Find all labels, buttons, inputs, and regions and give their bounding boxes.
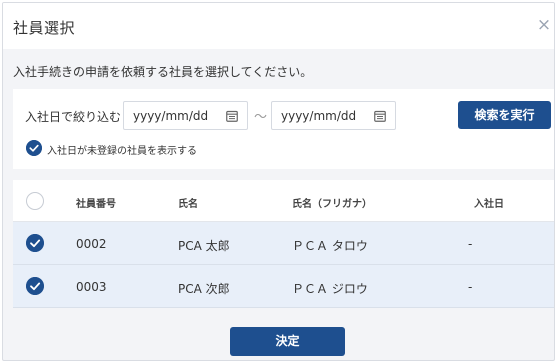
date-to-placeholder: yyyy/mm/dd <box>281 109 357 123</box>
check-icon[interactable] <box>26 140 42 156</box>
show-unregistered-label: 入社日が未登録の社員を表示する <box>47 146 197 157</box>
filter-panel: 入社日で絞り込む yyyy/mm/dd 〜 yyyy/mm/dd 検索を実行 入… <box>13 89 554 169</box>
confirm-button[interactable]: 決定 <box>230 327 345 356</box>
dialog-title: 社員選択 <box>13 19 76 37</box>
column-header-name: 氏名 <box>178 199 198 210</box>
cell-join-date: - <box>468 237 473 251</box>
calendar-icon[interactable] <box>226 110 238 122</box>
range-separator: 〜 <box>254 110 268 125</box>
table-header: 社員番号 氏名 氏名（フリガナ） 入社日 <box>13 180 554 222</box>
search-button[interactable]: 検索を実行 <box>458 101 551 129</box>
cell-employee-no: 0002 <box>76 237 107 251</box>
date-to-input[interactable]: yyyy/mm/dd <box>271 101 396 130</box>
column-header-join-date: 入社日 <box>474 199 504 210</box>
check-icon[interactable] <box>26 277 44 295</box>
cell-name-kana: ＰＣＡ ジロウ <box>292 282 368 296</box>
calendar-icon[interactable] <box>374 110 386 122</box>
cell-join-date: - <box>468 280 473 294</box>
dialog-header: 社員選択 × <box>3 3 554 49</box>
date-from-placeholder: yyyy/mm/dd <box>133 109 209 123</box>
employee-table: 社員番号 氏名 氏名（フリガナ） 入社日 0002 PCA 太郎 ＰＣＡ タロウ… <box>13 180 554 308</box>
select-all-checkbox[interactable] <box>26 192 44 210</box>
check-icon[interactable] <box>26 234 44 252</box>
column-header-employee-no: 社員番号 <box>76 199 116 210</box>
filter-label: 入社日で絞り込む <box>25 110 122 124</box>
close-icon[interactable]: × <box>536 16 552 34</box>
cell-name: PCA 次郎 <box>178 282 230 296</box>
cell-name: PCA 太郎 <box>178 239 230 253</box>
cell-employee-no: 0003 <box>76 280 107 294</box>
table-row[interactable]: 0002 PCA 太郎 ＰＣＡ タロウ - <box>13 222 554 265</box>
cell-name-kana: ＰＣＡ タロウ <box>292 239 368 253</box>
instruction-text: 入社手続きの申請を依頼する社員を選択してください。 <box>13 65 313 79</box>
column-header-name-kana: 氏名（フリガナ） <box>292 199 372 210</box>
employee-select-dialog: 社員選択 × 入社手続きの申請を依頼する社員を選択してください。 入社日で絞り込… <box>2 2 555 361</box>
table-row[interactable]: 0003 PCA 次郎 ＰＣＡ ジロウ - <box>13 265 554 308</box>
date-from-input[interactable]: yyyy/mm/dd <box>123 101 248 130</box>
